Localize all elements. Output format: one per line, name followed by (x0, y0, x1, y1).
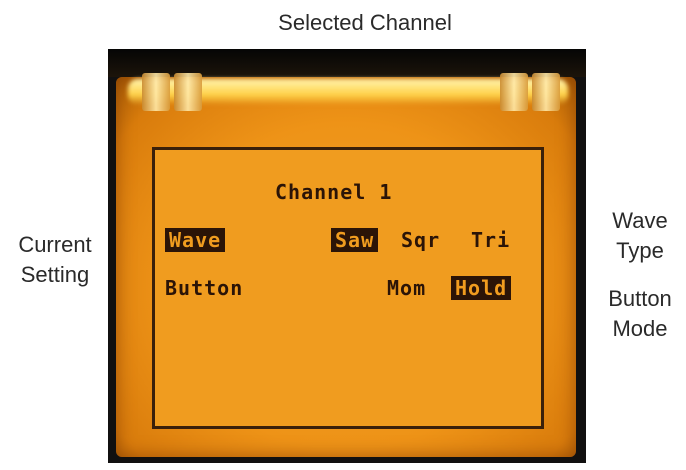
current-setting-label-line2: Setting (20, 262, 90, 287)
wave-type-label-line2: Type (616, 238, 664, 263)
channel-title: Channel 1 (275, 180, 393, 204)
current-setting-label-line1: Current (18, 232, 92, 257)
button-option-mom[interactable]: Mom (387, 276, 426, 300)
wave-option-saw-selected[interactable]: Saw (331, 228, 379, 252)
mount-clip-right-2 (532, 73, 560, 111)
mount-clip-right (500, 73, 528, 111)
wave-type-label-line1: Wave (612, 208, 668, 233)
lcd-screen: Channel 1 Wave Saw Sqr Tri Button Mom Ho… (152, 147, 544, 429)
button-mode-label-line1: Button (608, 286, 672, 311)
current-setting-label: Current Setting (0, 230, 110, 290)
mount-clip-left (142, 73, 170, 111)
mount-clip-left-2 (174, 73, 202, 111)
setting-wave-highlighted[interactable]: Wave (165, 228, 226, 252)
wave-option-tri[interactable]: Tri (471, 228, 510, 252)
lcd-device-photo: Channel 1 Wave Saw Sqr Tri Button Mom Ho… (108, 49, 586, 463)
selected-channel-label: Selected Channel (278, 10, 452, 35)
button-option-hold-selected[interactable]: Hold (451, 276, 512, 300)
button-mode-label: Button Mode (585, 284, 686, 344)
button-mode-label-line2: Mode (612, 316, 668, 341)
wave-type-label: Wave Type (590, 206, 686, 266)
wave-option-sqr[interactable]: Sqr (401, 228, 440, 252)
setting-button[interactable]: Button (165, 276, 243, 300)
